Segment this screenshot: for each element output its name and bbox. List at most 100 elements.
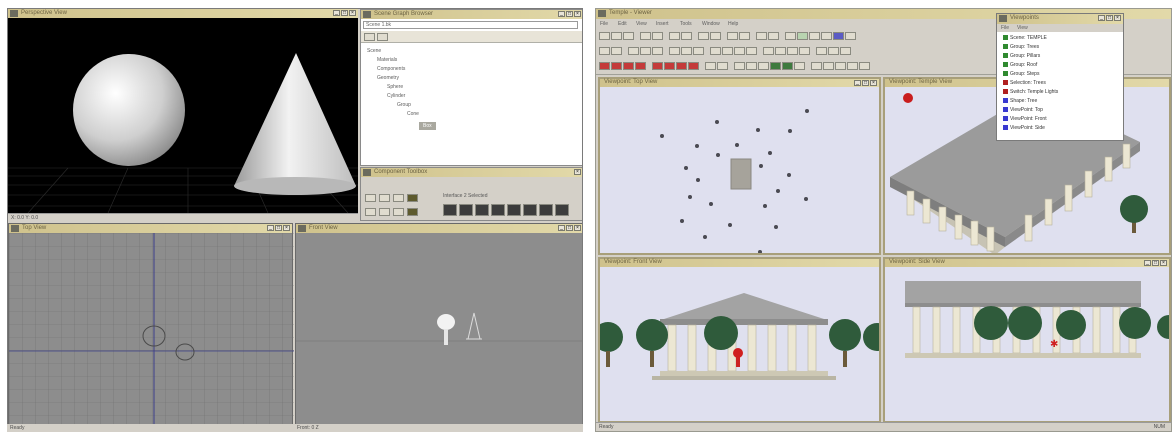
tool-button[interactable]	[365, 194, 376, 202]
component-icon[interactable]	[539, 204, 553, 216]
perspective-viewport[interactable]: Perspective View _ □ × X: 0.0 Y: 0.0	[8, 9, 358, 221]
toolbar-button[interactable]	[652, 47, 663, 55]
toolbar-button[interactable]	[859, 62, 870, 70]
popup-list-item[interactable]: Shape: Tree	[1003, 98, 1037, 105]
toolbar-button[interactable]	[734, 47, 745, 55]
maximize-button[interactable]: □	[566, 225, 573, 231]
top-view-titlebar[interactable]: Top View _ □ ×	[9, 224, 292, 233]
toolbar-button[interactable]	[623, 62, 634, 70]
close-button[interactable]: ×	[1114, 15, 1121, 21]
toolbar-button[interactable]	[787, 47, 798, 55]
component-icon[interactable]	[475, 204, 489, 216]
tool-button[interactable]	[407, 208, 418, 216]
top-view-viewport[interactable]: Top View _ □ ×	[8, 223, 294, 430]
toolbar-button[interactable]	[809, 32, 820, 40]
popup-list-item[interactable]: ViewPoint: Front	[1003, 116, 1047, 123]
toolbar-button[interactable]	[734, 62, 745, 70]
toolbar-button[interactable]	[799, 47, 810, 55]
popup-list-item[interactable]: Group: Steps	[1003, 71, 1039, 78]
tree-item-selected[interactable]: Box	[419, 122, 436, 130]
component-icon[interactable]	[555, 204, 569, 216]
tool-button[interactable]	[379, 208, 390, 216]
menu-tools[interactable]: Tools	[680, 21, 692, 27]
tree-item[interactable]: Cone	[407, 111, 419, 117]
component-icon[interactable]	[443, 204, 457, 216]
toolbar-button[interactable]	[681, 47, 692, 55]
toolbar-button[interactable]	[710, 32, 721, 40]
tool-button[interactable]	[379, 194, 390, 202]
toolbar-button[interactable]	[722, 47, 733, 55]
toolbar-button[interactable]	[746, 62, 757, 70]
toolbar-button[interactable]	[845, 32, 856, 40]
popup-list-item[interactable]: Group: Roof	[1003, 62, 1037, 69]
close-button[interactable]: ×	[574, 11, 581, 17]
toolbar-button[interactable]	[710, 47, 721, 55]
tool-button[interactable]	[393, 208, 404, 216]
toolbar-button[interactable]	[635, 62, 646, 70]
toolbar-button[interactable]	[717, 62, 728, 70]
toolbar-button[interactable]	[611, 32, 622, 40]
popup-list-item[interactable]: Switch: Temple Lights	[1003, 89, 1058, 96]
toolbar-button[interactable]	[816, 47, 827, 55]
menu-file[interactable]: File	[600, 21, 608, 27]
add-node-button[interactable]	[364, 33, 375, 41]
toolbar-button[interactable]	[775, 47, 786, 55]
toolbar-button[interactable]	[739, 32, 750, 40]
maximize-button[interactable]: □	[1152, 260, 1159, 266]
tree-item[interactable]: Materials	[377, 57, 397, 63]
viewport-titlebar[interactable]: Viewpoint: Side View _ □ ×	[885, 259, 1169, 267]
toolbar-button[interactable]	[768, 32, 779, 40]
toolbar-button[interactable]	[664, 62, 675, 70]
viewport-top[interactable]: Viewpoint: Top View _ □ ×	[598, 77, 881, 255]
tool-button[interactable]	[365, 208, 376, 216]
toolbar-button[interactable]	[599, 47, 610, 55]
toolbar-button[interactable]	[688, 62, 699, 70]
toolbar-button[interactable]	[669, 47, 680, 55]
tree-item[interactable]: Components	[377, 66, 405, 72]
menu-help[interactable]: Help	[728, 21, 738, 27]
toolbar-button[interactable]	[640, 32, 651, 40]
toolbar-button[interactable]	[640, 47, 651, 55]
minimize-button[interactable]: _	[267, 225, 274, 231]
minimize-button[interactable]: _	[558, 225, 565, 231]
toolbar-button[interactable]	[828, 47, 839, 55]
toolbar-button[interactable]	[652, 32, 663, 40]
tree-item[interactable]: Sphere	[387, 84, 403, 90]
toolbar-button[interactable]	[599, 32, 610, 40]
toolbar-button[interactable]	[623, 32, 634, 40]
toolbar-button[interactable]	[835, 62, 846, 70]
maximize-button[interactable]: □	[341, 10, 348, 16]
close-button[interactable]: ×	[870, 80, 877, 86]
viewport-front[interactable]: Viewpoint: Front View	[598, 257, 881, 423]
toolbar-button[interactable]	[628, 47, 639, 55]
minimize-button[interactable]: _	[854, 80, 861, 86]
close-button[interactable]: ×	[1160, 260, 1167, 266]
toolbar-button[interactable]	[693, 47, 704, 55]
front-view-titlebar[interactable]: Front View _ □ ×	[296, 224, 582, 233]
toolbar-button[interactable]	[676, 62, 687, 70]
minimize-button[interactable]: _	[1144, 260, 1151, 266]
toolbar-button[interactable]	[763, 47, 774, 55]
toolbar-button[interactable]	[611, 62, 622, 70]
popup-menu-view[interactable]: View	[1017, 25, 1028, 31]
popup-list-item[interactable]: Scene: TEMPLE	[1003, 35, 1047, 42]
toolbar-button[interactable]	[797, 32, 808, 40]
component-icon[interactable]	[523, 204, 537, 216]
close-button[interactable]: ×	[574, 169, 581, 175]
toolbar-button[interactable]	[782, 62, 793, 70]
component-icon[interactable]	[459, 204, 473, 216]
viewport-side[interactable]: Viewpoint: Side View _ □ × ✱	[883, 257, 1171, 423]
tree-item[interactable]: Geometry	[377, 75, 399, 81]
viewport-titlebar[interactable]: Viewpoint: Top View _ □ ×	[600, 79, 879, 87]
popup-list-item[interactable]: Group: Trees	[1003, 44, 1039, 51]
maximize-button[interactable]: □	[275, 225, 282, 231]
popup-menu-file[interactable]: File	[1001, 25, 1009, 31]
scene-graph-titlebar[interactable]: Scene Graph Browser _ □ ×	[361, 10, 582, 19]
tree-item[interactable]: Cylinder	[387, 93, 405, 99]
popup-titlebar[interactable]: Viewpoints _ □ ×	[997, 14, 1123, 24]
tool-button[interactable]	[407, 194, 418, 202]
tree-item[interactable]: Group	[397, 102, 411, 108]
minimize-button[interactable]: _	[558, 11, 565, 17]
toolbar-button[interactable]	[770, 62, 781, 70]
menu-edit[interactable]: Edit	[618, 21, 627, 27]
